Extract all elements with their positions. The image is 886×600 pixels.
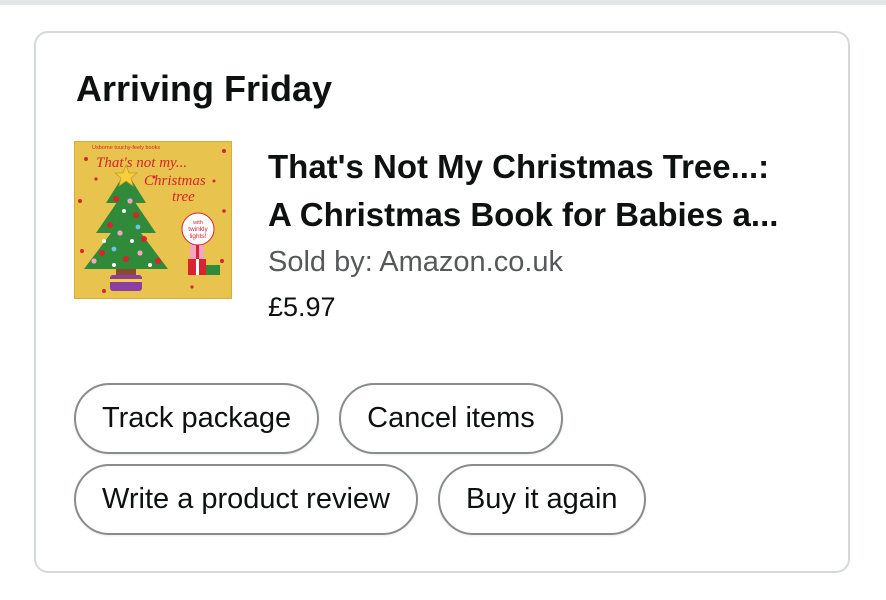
product-image[interactable]: Usborne touchy-feely books That's not my… <box>74 141 232 299</box>
buy-again-button[interactable]: Buy it again <box>437 464 646 535</box>
cover-title-text-1: That's not my... <box>96 155 187 171</box>
delivery-status-heading: Arriving Friday <box>76 68 333 109</box>
top-divider <box>0 0 886 5</box>
seller-label: Sold by: <box>268 246 373 278</box>
action-row-2: Write a product review Buy it again <box>74 464 834 535</box>
write-review-button[interactable]: Write a product review <box>74 464 418 535</box>
cancel-items-button[interactable]: Cancel items <box>339 383 563 454</box>
cover-title-text-2: Christmas <box>144 173 206 189</box>
cover-series-text: Usborne touchy-feely books <box>92 145 160 151</box>
order-actions: Track package Cancel items Write a produ… <box>74 383 834 545</box>
product-title-link[interactable]: That's Not My Christmas Tree...: A Chris… <box>268 143 828 239</box>
item-price: £5.97 <box>268 292 336 322</box>
seller-info: Sold by: Amazon.co.uk <box>268 242 563 282</box>
cover-badge-text-2: twinkly <box>188 226 208 233</box>
product-title-line-2: A Christmas Book for Babies a... <box>268 196 779 233</box>
cover-badge-text-3: lights! <box>190 233 207 240</box>
product-title-line-1: That's Not My Christmas Tree...: <box>268 148 770 185</box>
action-row-1: Track package Cancel items <box>74 383 834 454</box>
seller-name: Amazon.co.uk <box>379 246 564 278</box>
cover-title-text-3: tree <box>172 189 195 205</box>
track-package-button[interactable]: Track package <box>74 383 320 454</box>
order-card: Arriving Friday Usborne touchy-feely boo… <box>34 31 850 573</box>
